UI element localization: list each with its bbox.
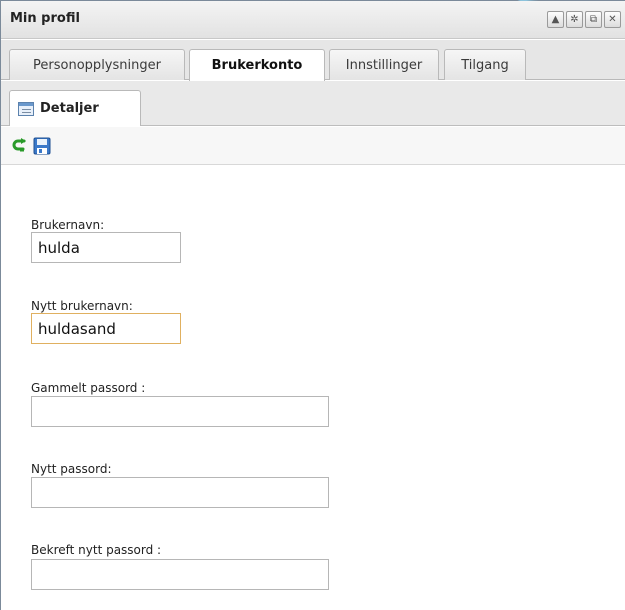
- subtab-label: Detaljer: [40, 101, 99, 116]
- details-icon: [18, 101, 34, 116]
- username-input[interactable]: [31, 232, 181, 263]
- title-bar: Min profil ▲ ✲ ⧉ ✕: [1, 1, 625, 39]
- tab-label: Innstillinger: [345, 57, 423, 73]
- restore-icon[interactable]: ⧉: [585, 11, 602, 28]
- tab-brukerkonto[interactable]: Brukerkonto: [189, 49, 325, 81]
- confirm-password-input[interactable]: [31, 559, 329, 590]
- profile-window: Min profil ▲ ✲ ⧉ ✕ Personopplysninger Br…: [0, 0, 625, 610]
- tab-strip: Personopplysninger Brukerkonto Innstilli…: [1, 40, 625, 81]
- tab-tilgang[interactable]: Tilgang: [444, 49, 526, 80]
- tab-label: Personopplysninger: [33, 57, 161, 73]
- window-tools: ▲ ✲ ⧉ ✕: [547, 11, 621, 28]
- new-username-input[interactable]: [31, 313, 181, 344]
- save-icon[interactable]: [33, 137, 51, 155]
- tab-label: Tilgang: [461, 57, 509, 73]
- window-title: Min profil: [10, 11, 80, 26]
- new-password-input[interactable]: [31, 477, 329, 508]
- collapse-icon[interactable]: ▲: [547, 11, 564, 28]
- new-password-label: Nytt passord:: [31, 462, 112, 476]
- confirm-password-label: Bekreft nytt passord :: [31, 543, 162, 557]
- tab-label: Brukerkonto: [211, 58, 303, 73]
- account-form: Brukernavn: Nytt brukernavn: Gammelt pas…: [1, 166, 625, 610]
- subtab-strip: Detaljer: [1, 81, 625, 126]
- toolbar: [1, 127, 625, 165]
- close-icon[interactable]: ✕: [604, 11, 621, 28]
- new-username-label: Nytt brukernavn:: [31, 299, 133, 313]
- tab-personopplysninger[interactable]: Personopplysninger: [9, 49, 185, 80]
- old-password-label: Gammelt passord :: [31, 381, 146, 395]
- gear-icon[interactable]: ✲: [566, 11, 583, 28]
- tab-innstillinger[interactable]: Innstillinger: [329, 49, 439, 80]
- username-label: Brukernavn:: [31, 218, 105, 232]
- subtab-detaljer[interactable]: Detaljer: [9, 90, 141, 126]
- old-password-input[interactable]: [31, 396, 329, 427]
- undo-icon[interactable]: [11, 137, 29, 155]
